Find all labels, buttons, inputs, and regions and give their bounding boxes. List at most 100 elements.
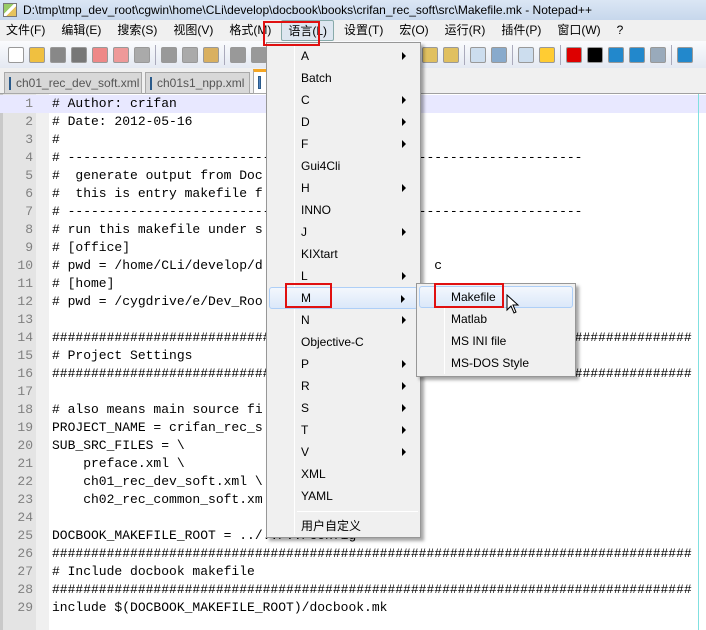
- menu-0[interactable]: 文件(F): [0, 20, 51, 41]
- language-menu-item-h[interactable]: H: [269, 177, 418, 199]
- syntax-icon[interactable]: [677, 46, 693, 63]
- language-menu-item-n[interactable]: N: [269, 309, 418, 331]
- code-text: # run this makefile under s: [52, 222, 263, 237]
- lock2-icon[interactable]: [443, 46, 459, 63]
- code-text: include $(DOCBOOK_MAKEFILE_ROOT)/docbook…: [52, 600, 388, 615]
- submenu-item-matlab[interactable]: Matlab: [419, 308, 573, 330]
- language-menu-item-batch[interactable]: Batch: [269, 67, 418, 89]
- language-menu-item-f[interactable]: F: [269, 133, 418, 155]
- play-macro-icon[interactable]: [608, 46, 624, 63]
- toolbar-separator: [224, 44, 225, 65]
- language-menu-item-v[interactable]: V: [269, 441, 418, 463]
- pilcrow-icon[interactable]: [491, 46, 507, 63]
- language-menu-item-m[interactable]: M: [269, 287, 418, 309]
- language-menu-item-kixtart[interactable]: KIXtart: [269, 243, 418, 265]
- code-line[interactable]: 29 include $(DOCBOOK_MAKEFILE_ROOT)/docbo…: [0, 599, 706, 617]
- menu-6[interactable]: 设置(T): [338, 20, 389, 41]
- submenu-arrow-icon: [402, 360, 406, 368]
- menu-10[interactable]: 窗口(W): [551, 20, 606, 41]
- copy-icon[interactable]: [182, 46, 198, 63]
- submenu-item-makefile[interactable]: Makefile: [419, 286, 573, 308]
- lightning-icon[interactable]: [539, 46, 555, 63]
- menu-item-label: KIXtart: [301, 247, 338, 261]
- line-number: 15: [17, 348, 33, 363]
- menu-item-label: V: [301, 445, 310, 459]
- language-menu-item-j[interactable]: J: [269, 221, 418, 243]
- menu-3[interactable]: 视图(V): [167, 20, 219, 41]
- redo-icon[interactable]: [251, 46, 267, 63]
- language-menu-item-xml[interactable]: XML: [269, 463, 418, 485]
- code-text: ########################################…: [52, 582, 692, 597]
- line-number: 22: [17, 474, 33, 489]
- wrap-icon[interactable]: [470, 46, 486, 63]
- code-text: preface.xml \: [52, 456, 185, 471]
- language-menu: A Batch C D F Gui4Cli H INNO J KIXtart L M N Objectiv…: [266, 42, 421, 538]
- submenu-arrow-icon: [402, 426, 406, 434]
- code-text: # this is entry makefile f: [52, 186, 263, 201]
- line-number: 8: [25, 222, 33, 237]
- tab-ch01s1-npp[interactable]: ch01s1_npp.xml: [145, 72, 250, 94]
- language-menu-item-r[interactable]: R: [269, 375, 418, 397]
- stop-macro-icon[interactable]: [587, 46, 603, 63]
- language-menu-item-c[interactable]: C: [269, 89, 418, 111]
- record-macro-icon[interactable]: [566, 46, 582, 63]
- language-menu-item-gui4cli[interactable]: Gui4Cli: [269, 155, 418, 177]
- menu-item-label: R: [301, 379, 310, 393]
- menu-8[interactable]: 运行(R): [439, 20, 492, 41]
- open-file-icon[interactable]: [29, 46, 45, 63]
- code-line[interactable]: 26 ######################################…: [0, 545, 706, 563]
- menu-item-label: M: [301, 291, 311, 305]
- language-menu-item-inno[interactable]: INNO: [269, 199, 418, 221]
- submenu-item-ms-ini-file[interactable]: MS INI file: [419, 330, 573, 352]
- menu-item-label: Gui4Cli: [301, 159, 341, 173]
- new-file-icon[interactable]: [8, 46, 24, 63]
- lock-icon[interactable]: [422, 46, 438, 63]
- language-menu-item-objective-c[interactable]: Objective-C: [269, 331, 418, 353]
- submenu-arrow-icon: [402, 448, 406, 456]
- paste-icon[interactable]: [203, 46, 219, 63]
- language-menu-item-p[interactable]: P: [269, 353, 418, 375]
- menu-9[interactable]: 插件(P): [495, 20, 547, 41]
- menu-item-label: A: [301, 49, 310, 63]
- tab-ch01-rec-dev-soft[interactable]: ch01_rec_dev_soft.xml: [4, 72, 142, 94]
- indent-guide-icon[interactable]: [518, 46, 534, 63]
- menu-item-label: J: [301, 225, 307, 239]
- undo-icon[interactable]: [230, 46, 246, 63]
- menu-item-label: L: [301, 269, 308, 283]
- menu-2[interactable]: 搜索(S): [111, 20, 163, 41]
- language-menu-item-d[interactable]: D: [269, 111, 418, 133]
- save-macro-icon[interactable]: [650, 46, 666, 63]
- language-menu-item-l[interactable]: L: [269, 265, 418, 287]
- menu-item-label: Objective-C: [301, 335, 364, 349]
- cut-icon[interactable]: [161, 46, 177, 63]
- save-icon[interactable]: [50, 46, 66, 63]
- code-line[interactable]: 28 ######################################…: [0, 581, 706, 599]
- code-text: ch02_rec_common_soft.xm: [52, 492, 263, 507]
- menu-4[interactable]: 格式(M): [223, 20, 277, 41]
- code-text: # Include docbook makefile: [52, 564, 255, 579]
- language-menu-item-yaml[interactable]: YAML: [269, 485, 418, 507]
- language-menu-item-s[interactable]: S: [269, 397, 418, 419]
- line-number: 4: [25, 150, 33, 165]
- menu-5[interactable]: 语言(L): [281, 20, 334, 41]
- language-menu-item-a[interactable]: A: [269, 45, 418, 67]
- run-multiple-icon[interactable]: [629, 46, 645, 63]
- close-icon[interactable]: [92, 46, 108, 63]
- code-text: # pwd = /cygdrive/e/Dev_Roo: [52, 294, 263, 309]
- code-line[interactable]: 27 # Include docbook makefile: [0, 563, 706, 581]
- menu-item-label: P: [301, 357, 310, 371]
- close-all-icon[interactable]: [113, 46, 129, 63]
- submenu-arrow-icon: [402, 118, 406, 126]
- menu-11[interactable]: ?: [611, 20, 630, 41]
- print-icon[interactable]: [134, 46, 150, 63]
- menu-7[interactable]: 宏(O): [393, 20, 434, 41]
- submenu-item-ms-dos-style[interactable]: MS-DOS Style: [419, 352, 573, 374]
- save-all-icon[interactable]: [71, 46, 87, 63]
- language-menu-item-t[interactable]: T: [269, 419, 418, 441]
- line-number: 10: [17, 258, 33, 273]
- code-text: ch01_rec_dev_soft.xml \: [52, 474, 263, 489]
- submenu-arrow-icon: [402, 228, 406, 236]
- menu-1[interactable]: 编辑(E): [55, 20, 107, 41]
- line-number: 28: [17, 582, 33, 597]
- language-menu-item-user-defined[interactable]: 用户自定义: [269, 515, 418, 537]
